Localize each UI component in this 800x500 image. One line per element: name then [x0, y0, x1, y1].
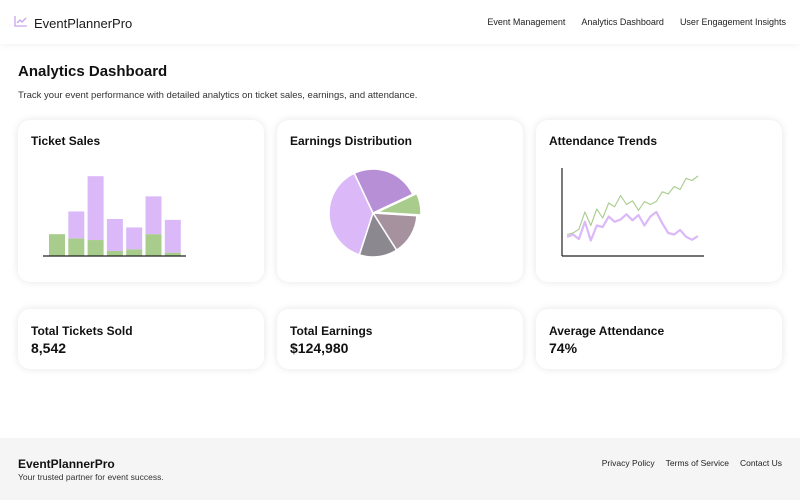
- top-navbar: EventPlannerPro Event Management Analyti…: [0, 0, 800, 44]
- bar-1-series-1: [68, 211, 85, 239]
- earnings-distribution-card: Earnings Distribution: [277, 120, 523, 282]
- total-tickets-value: 8,542: [31, 340, 67, 356]
- bar-3-series-1: [106, 219, 123, 251]
- attendance-trends-card: Attendance Trends: [536, 120, 782, 282]
- bar-1-series-0: [68, 238, 85, 256]
- page-title: Analytics Dashboard: [18, 63, 168, 80]
- page-subtitle: Track your event performance with detail…: [18, 90, 418, 101]
- bar-4-series-0: [126, 249, 143, 256]
- average-attendance-value: 74%: [549, 340, 578, 356]
- average-attendance-label: Average Attendance: [549, 324, 665, 338]
- bar-3-series-0: [106, 250, 123, 256]
- bar-0-series-0: [49, 234, 65, 256]
- earnings-distribution-chart: [328, 168, 422, 258]
- ticket-sales-chart: [43, 176, 186, 257]
- total-tickets-label: Total Tickets Sold: [31, 324, 133, 338]
- total-earnings-label: Total Earnings: [290, 324, 373, 338]
- bar-2-series-0: [87, 240, 104, 256]
- footer-link-contact-us[interactable]: Contact Us: [740, 458, 782, 468]
- total-earnings-value: $124,980: [290, 340, 349, 356]
- brand-logo[interactable]: EventPlannerPro: [14, 14, 132, 32]
- total-earnings-card: Total Earnings $124,980: [277, 309, 523, 369]
- nav-analytics-dashboard[interactable]: Analytics Dashboard: [581, 17, 664, 27]
- total-tickets-card: Total Tickets Sold 8,542: [18, 309, 264, 369]
- footer: EventPlannerPro Your trusted partner for…: [0, 438, 800, 500]
- footer-brand: EventPlannerPro: [18, 457, 115, 471]
- bar-4-series-1: [126, 227, 143, 250]
- main-nav: Event Management Analytics Dashboard Use…: [487, 17, 786, 27]
- footer-links: Privacy Policy Terms of Service Contact …: [602, 458, 782, 468]
- trending-up-icon: [14, 14, 28, 32]
- ticket-sales-card: Ticket Sales: [18, 120, 264, 282]
- nav-user-engagement-insights[interactable]: User Engagement Insights: [680, 17, 786, 27]
- bar-2-series-1: [87, 176, 104, 241]
- average-attendance-card: Average Attendance 74%: [536, 309, 782, 369]
- bar-6-series-1: [164, 219, 181, 253]
- nav-event-management[interactable]: Event Management: [487, 17, 565, 27]
- bar-5-series-0: [145, 234, 162, 256]
- brand-name: EventPlannerPro: [34, 15, 133, 31]
- footer-link-privacy-policy[interactable]: Privacy Policy: [602, 458, 655, 468]
- footer-link-terms-of-service[interactable]: Terms of Service: [666, 458, 729, 468]
- bar-5-series-1: [145, 196, 162, 235]
- footer-tagline: Your trusted partner for event success.: [18, 472, 164, 482]
- attendance-trends-chart: [561, 168, 704, 257]
